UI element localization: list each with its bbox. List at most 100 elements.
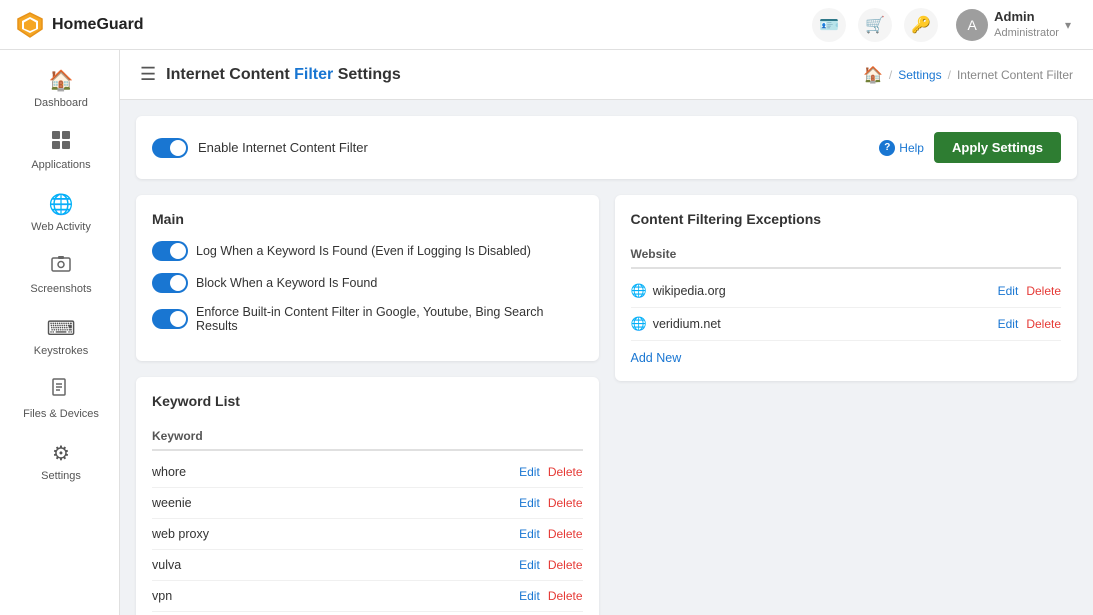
enable-label: Enable Internet Content Filter <box>198 140 368 155</box>
exception-actions-0: Edit Delete <box>998 284 1061 298</box>
help-icon: ? <box>879 140 895 156</box>
chevron-down-icon: ▾ <box>1065 18 1071 32</box>
option-toggle-1[interactable] <box>152 273 188 293</box>
keyword-list-title: Keyword List <box>152 393 583 409</box>
left-column: Main Log When a Keyword Is Found (Even i… <box>136 195 599 615</box>
apply-settings-button[interactable]: Apply Settings <box>934 132 1061 163</box>
logo-icon <box>16 11 44 39</box>
breadcrumb: 🏠 / Settings / Internet Content Filter <box>863 65 1073 85</box>
breadcrumb-home-icon[interactable]: 🏠 <box>863 65 883 85</box>
sidebar-item-web-activity[interactable]: 🌐 Web Activity <box>0 182 119 244</box>
table-row: web proxy Edit Delete <box>152 519 583 550</box>
topbar-right: 🪪 🛒 🔑 A Admin Administrator ▾ <box>812 5 1077 45</box>
keyword-value-0: whore <box>152 465 186 479</box>
user-menu[interactable]: A Admin Administrator ▾ <box>950 5 1077 45</box>
option-row-0: Log When a Keyword Is Found (Even if Log… <box>152 241 583 261</box>
breadcrumb-settings[interactable]: Settings <box>898 68 941 82</box>
option-label-2: Enforce Built-in Content Filter in Googl… <box>196 305 583 333</box>
keyword-edit-1[interactable]: Edit <box>519 496 540 510</box>
cart-button[interactable]: 🛒 <box>858 8 892 42</box>
keyword-edit-0[interactable]: Edit <box>519 465 540 479</box>
option-label-0: Log When a Keyword Is Found (Even if Log… <box>196 244 531 258</box>
sidebar-label-files-devices: Files & Devices <box>23 408 99 421</box>
keyword-edit-4[interactable]: Edit <box>519 589 540 603</box>
sidebar-item-applications[interactable]: Applications <box>0 120 119 182</box>
add-new-button[interactable]: Add New <box>631 351 682 365</box>
option-label-1: Block When a Keyword Is Found <box>196 276 377 290</box>
table-row: weenie Edit Delete <box>152 488 583 519</box>
web-activity-icon: 🌐 <box>49 192 74 217</box>
breadcrumb-current: Internet Content Filter <box>957 68 1073 82</box>
sidebar-label-settings: Settings <box>41 470 81 483</box>
keyword-value-3: vulva <box>152 558 181 572</box>
page-header-left: ☰ Internet Content Filter Settings <box>140 64 401 85</box>
settings-icon: ⚙ <box>52 441 70 466</box>
option-toggle-2[interactable] <box>152 309 188 329</box>
badge-button[interactable]: 🪪 <box>812 8 846 42</box>
enable-toggle[interactable] <box>152 138 188 158</box>
keyword-delete-3[interactable]: Delete <box>548 558 583 572</box>
keyword-value-4: vpn <box>152 589 172 603</box>
exception-delete-0[interactable]: Delete <box>1026 284 1061 298</box>
help-label: Help <box>899 141 924 155</box>
sidebar-label-screenshots: Screenshots <box>30 283 91 296</box>
main-panel: ☰ Internet Content Filter Settings 🏠 / S… <box>120 50 1093 615</box>
breadcrumb-sep1: / <box>889 68 892 82</box>
layout: 🏠 Dashboard Applications 🌐 Web Activity … <box>0 50 1093 615</box>
exception-value-1: 🌐 veridium.net <box>631 316 721 332</box>
user-info: Admin Administrator <box>994 9 1059 40</box>
sidebar-label-keystrokes: Keystrokes <box>34 345 88 358</box>
keyword-value-1: weenie <box>152 496 192 510</box>
key-button[interactable]: 🔑 <box>904 8 938 42</box>
exception-delete-1[interactable]: Delete <box>1026 317 1061 331</box>
keyword-actions-4: Edit Delete <box>519 589 582 603</box>
table-row: vulva Edit Delete <box>152 550 583 581</box>
user-role: Administrator <box>994 26 1059 40</box>
dashboard-icon: 🏠 <box>49 68 74 93</box>
table-row: 🌐 wikipedia.org Edit Delete <box>631 275 1062 308</box>
keyword-actions-1: Edit Delete <box>519 496 582 510</box>
keyword-list-card: Keyword List Keyword whore Edit Delete <box>136 377 599 615</box>
main-section-title: Main <box>152 211 583 227</box>
sidebar-item-screenshots[interactable]: Screenshots <box>0 245 119 306</box>
sidebar-item-files-devices[interactable]: Files & Devices <box>0 368 119 431</box>
app-logo: HomeGuard <box>16 11 144 39</box>
keyword-actions-0: Edit Delete <box>519 465 582 479</box>
avatar: A <box>956 9 988 41</box>
keyword-edit-3[interactable]: Edit <box>519 558 540 572</box>
sidebar-item-settings[interactable]: ⚙ Settings <box>0 431 119 493</box>
breadcrumb-sep2: / <box>948 68 951 82</box>
two-col-layout: Main Log When a Keyword Is Found (Even i… <box>136 195 1077 615</box>
right-column: Content Filtering Exceptions Website 🌐 w… <box>615 195 1078 615</box>
exception-value-0: 🌐 wikipedia.org <box>631 283 726 299</box>
help-button[interactable]: ? Help <box>879 140 924 156</box>
user-name: Admin <box>994 9 1059 26</box>
files-devices-icon <box>52 378 70 404</box>
globe-icon-1: 🌐 <box>631 316 647 332</box>
sidebar-item-dashboard[interactable]: 🏠 Dashboard <box>0 58 119 120</box>
keyword-actions-3: Edit Delete <box>519 558 582 572</box>
keyword-delete-2[interactable]: Delete <box>548 527 583 541</box>
toggle-right: ? Help Apply Settings <box>879 132 1061 163</box>
exception-edit-0[interactable]: Edit <box>998 284 1019 298</box>
toggle-left: Enable Internet Content Filter <box>152 138 368 158</box>
sidebar: 🏠 Dashboard Applications 🌐 Web Activity … <box>0 50 120 615</box>
exceptions-title: Content Filtering Exceptions <box>631 211 1062 227</box>
page-header: ☰ Internet Content Filter Settings 🏠 / S… <box>120 50 1093 100</box>
keyword-delete-0[interactable]: Delete <box>548 465 583 479</box>
keystrokes-icon: ⌨ <box>47 316 76 341</box>
exception-edit-1[interactable]: Edit <box>998 317 1019 331</box>
applications-icon <box>51 130 71 155</box>
topbar: HomeGuard 🪪 🛒 🔑 A Admin Administrator ▾ <box>0 0 1093 50</box>
content-area: Enable Internet Content Filter ? Help Ap… <box>120 100 1093 615</box>
option-toggle-0[interactable] <box>152 241 188 261</box>
sidebar-item-keystrokes[interactable]: ⌨ Keystrokes <box>0 306 119 368</box>
screenshots-icon <box>51 255 71 279</box>
keyword-delete-4[interactable]: Delete <box>548 589 583 603</box>
keyword-edit-2[interactable]: Edit <box>519 527 540 541</box>
enable-row: Enable Internet Content Filter ? Help Ap… <box>152 132 1061 163</box>
menu-button[interactable]: ☰ <box>140 64 156 85</box>
exceptions-column-header: Website <box>631 241 1062 269</box>
table-row: 🌐 veridium.net Edit Delete <box>631 308 1062 341</box>
keyword-delete-1[interactable]: Delete <box>548 496 583 510</box>
